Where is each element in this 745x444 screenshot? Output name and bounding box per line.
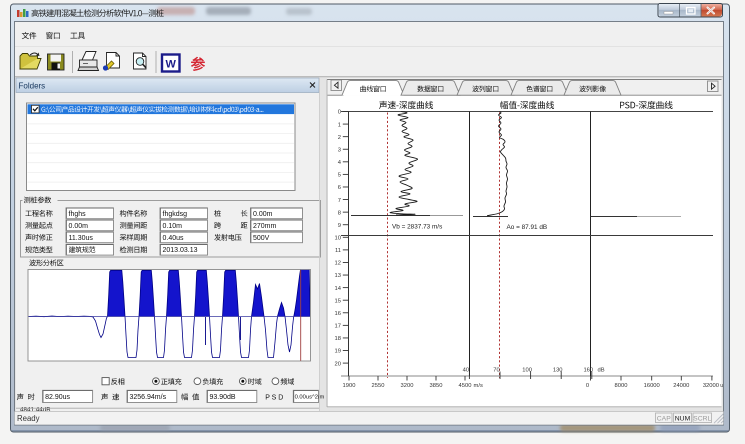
svg-text:4500: 4500 — [459, 383, 472, 389]
svg-text:16000: 16000 — [644, 383, 660, 389]
svg-text:93.90dB: 93.90dB — [210, 394, 236, 401]
svg-text:2013.03.13: 2013.03.13 — [163, 247, 198, 254]
svg-text:0: 0 — [338, 110, 341, 116]
svg-text:0.00us^2/m: 0.00us^2/m — [295, 395, 325, 401]
svg-text:0.00m: 0.00m — [69, 223, 89, 230]
svg-text:100: 100 — [522, 367, 532, 373]
svg-text:13: 13 — [335, 273, 341, 279]
svg-text:82.90us: 82.90us — [45, 394, 70, 401]
svg-text:10: 10 — [335, 236, 341, 242]
svg-text:0.00m: 0.00m — [253, 211, 273, 218]
svg-text:SCRL: SCRL — [693, 415, 711, 422]
svg-text:8: 8 — [338, 210, 341, 216]
svg-text:18: 18 — [335, 336, 341, 342]
svg-text:Vb = 2837.73 m/s: Vb = 2837.73 m/s — [392, 223, 442, 230]
svg-text:u: u — [720, 383, 723, 389]
svg-text:3200: 3200 — [401, 383, 414, 389]
svg-text:130: 130 — [553, 367, 563, 373]
svg-text:5: 5 — [338, 173, 341, 179]
svg-text:20: 20 — [335, 361, 341, 367]
svg-text:15: 15 — [335, 298, 341, 304]
svg-text:12: 12 — [335, 261, 341, 267]
svg-text:Folders: Folders — [19, 82, 46, 91]
svg-text:40: 40 — [463, 367, 469, 373]
svg-text:270mm: 270mm — [253, 223, 277, 230]
svg-text:CAP: CAP — [657, 415, 671, 422]
svg-text:1900: 1900 — [343, 383, 356, 389]
svg-text:32000: 32000 — [703, 383, 719, 389]
svg-text:P S D: P S D — [265, 394, 283, 401]
svg-text:24000: 24000 — [673, 383, 689, 389]
svg-text:11: 11 — [335, 248, 341, 254]
svg-text:0.10m: 0.10m — [163, 223, 183, 230]
svg-text:0.40us: 0.40us — [163, 235, 185, 242]
svg-text:7: 7 — [338, 198, 341, 204]
svg-text:11.30us: 11.30us — [69, 235, 94, 242]
svg-text:1: 1 — [338, 122, 341, 128]
svg-text:NUM: NUM — [675, 415, 691, 422]
svg-text:Ready: Ready — [17, 414, 40, 423]
svg-text:500V: 500V — [253, 235, 270, 242]
svg-text:17: 17 — [335, 324, 341, 330]
svg-text:160: 160 — [583, 367, 593, 373]
svg-text:3850: 3850 — [430, 383, 443, 389]
svg-text:dB: dB — [598, 367, 605, 373]
svg-text:8000: 8000 — [615, 383, 628, 389]
svg-text:6: 6 — [338, 185, 341, 191]
svg-text:m/s: m/s — [474, 383, 483, 389]
svg-text:9: 9 — [338, 223, 341, 229]
svg-text:2550: 2550 — [372, 383, 385, 389]
svg-text:2: 2 — [338, 135, 341, 141]
svg-text:fhgkdsg: fhgkdsg — [163, 211, 188, 218]
svg-text:0: 0 — [586, 383, 589, 389]
svg-text:14: 14 — [335, 286, 342, 292]
svg-text:Ao = 87.91 dB: Ao = 87.91 dB — [507, 224, 548, 231]
svg-text:3: 3 — [338, 147, 341, 153]
svg-text:70: 70 — [493, 367, 499, 373]
svg-text:fhghs: fhghs — [69, 211, 87, 218]
svg-text:3256.94m/s: 3256.94m/s — [130, 394, 167, 401]
svg-text:16: 16 — [335, 311, 341, 317]
svg-text:19: 19 — [335, 349, 341, 355]
svg-text:W: W — [166, 59, 177, 71]
